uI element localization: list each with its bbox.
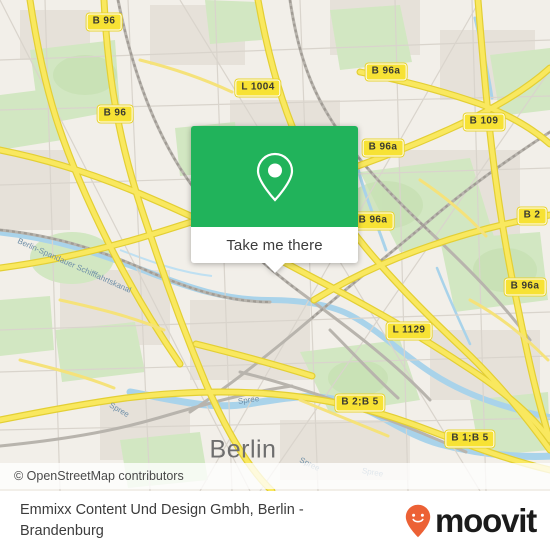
page-footer: Emmixx Content Und Design Gmbh, Berlin -… <box>0 491 550 550</box>
road-shield[interactable]: B 2;B 5 <box>335 394 385 412</box>
road-shield[interactable]: B 96a <box>504 278 546 296</box>
location-pin-icon <box>256 152 293 202</box>
location-title: Emmixx Content Und Design Gmbh, Berlin -… <box>20 501 304 539</box>
popup-pointer <box>264 263 285 273</box>
map-canvas[interactable]: Berlin-Spandauer Schifffahrtskanal Spree… <box>0 0 550 491</box>
road-shield[interactable]: B 2 <box>517 207 547 225</box>
road-shield[interactable]: L 1129 <box>386 322 432 340</box>
take-me-there-button[interactable]: Take me there <box>191 227 358 273</box>
moovit-wordmark: moovit <box>435 502 537 539</box>
moovit-smiley-pin-icon <box>405 504 431 537</box>
road-shield[interactable]: B 96a <box>362 139 404 157</box>
road-shield[interactable]: L 1004 <box>235 79 281 97</box>
location-popup-card[interactable]: Take me there <box>191 126 358 273</box>
road-shield[interactable]: B 96a <box>352 212 394 230</box>
moovit-map-page: Berlin-Spandauer Schifffahrtskanal Spree… <box>0 0 550 550</box>
take-me-there-label: Take me there <box>226 236 323 254</box>
attribution-text[interactable]: © OpenStreetMap contributors <box>0 469 184 483</box>
popup-icon-area <box>191 126 358 227</box>
road-shield[interactable]: B 96a <box>365 63 407 81</box>
road-shield[interactable]: B 96 <box>86 13 122 31</box>
road-shield[interactable]: B 109 <box>463 113 505 131</box>
moovit-logo[interactable]: moovit <box>405 502 537 539</box>
road-shield[interactable]: B 1;B 5 <box>445 430 495 448</box>
map-attribution-bar: © OpenStreetMap contributors <box>0 463 550 489</box>
road-shield[interactable]: B 96 <box>97 105 133 123</box>
